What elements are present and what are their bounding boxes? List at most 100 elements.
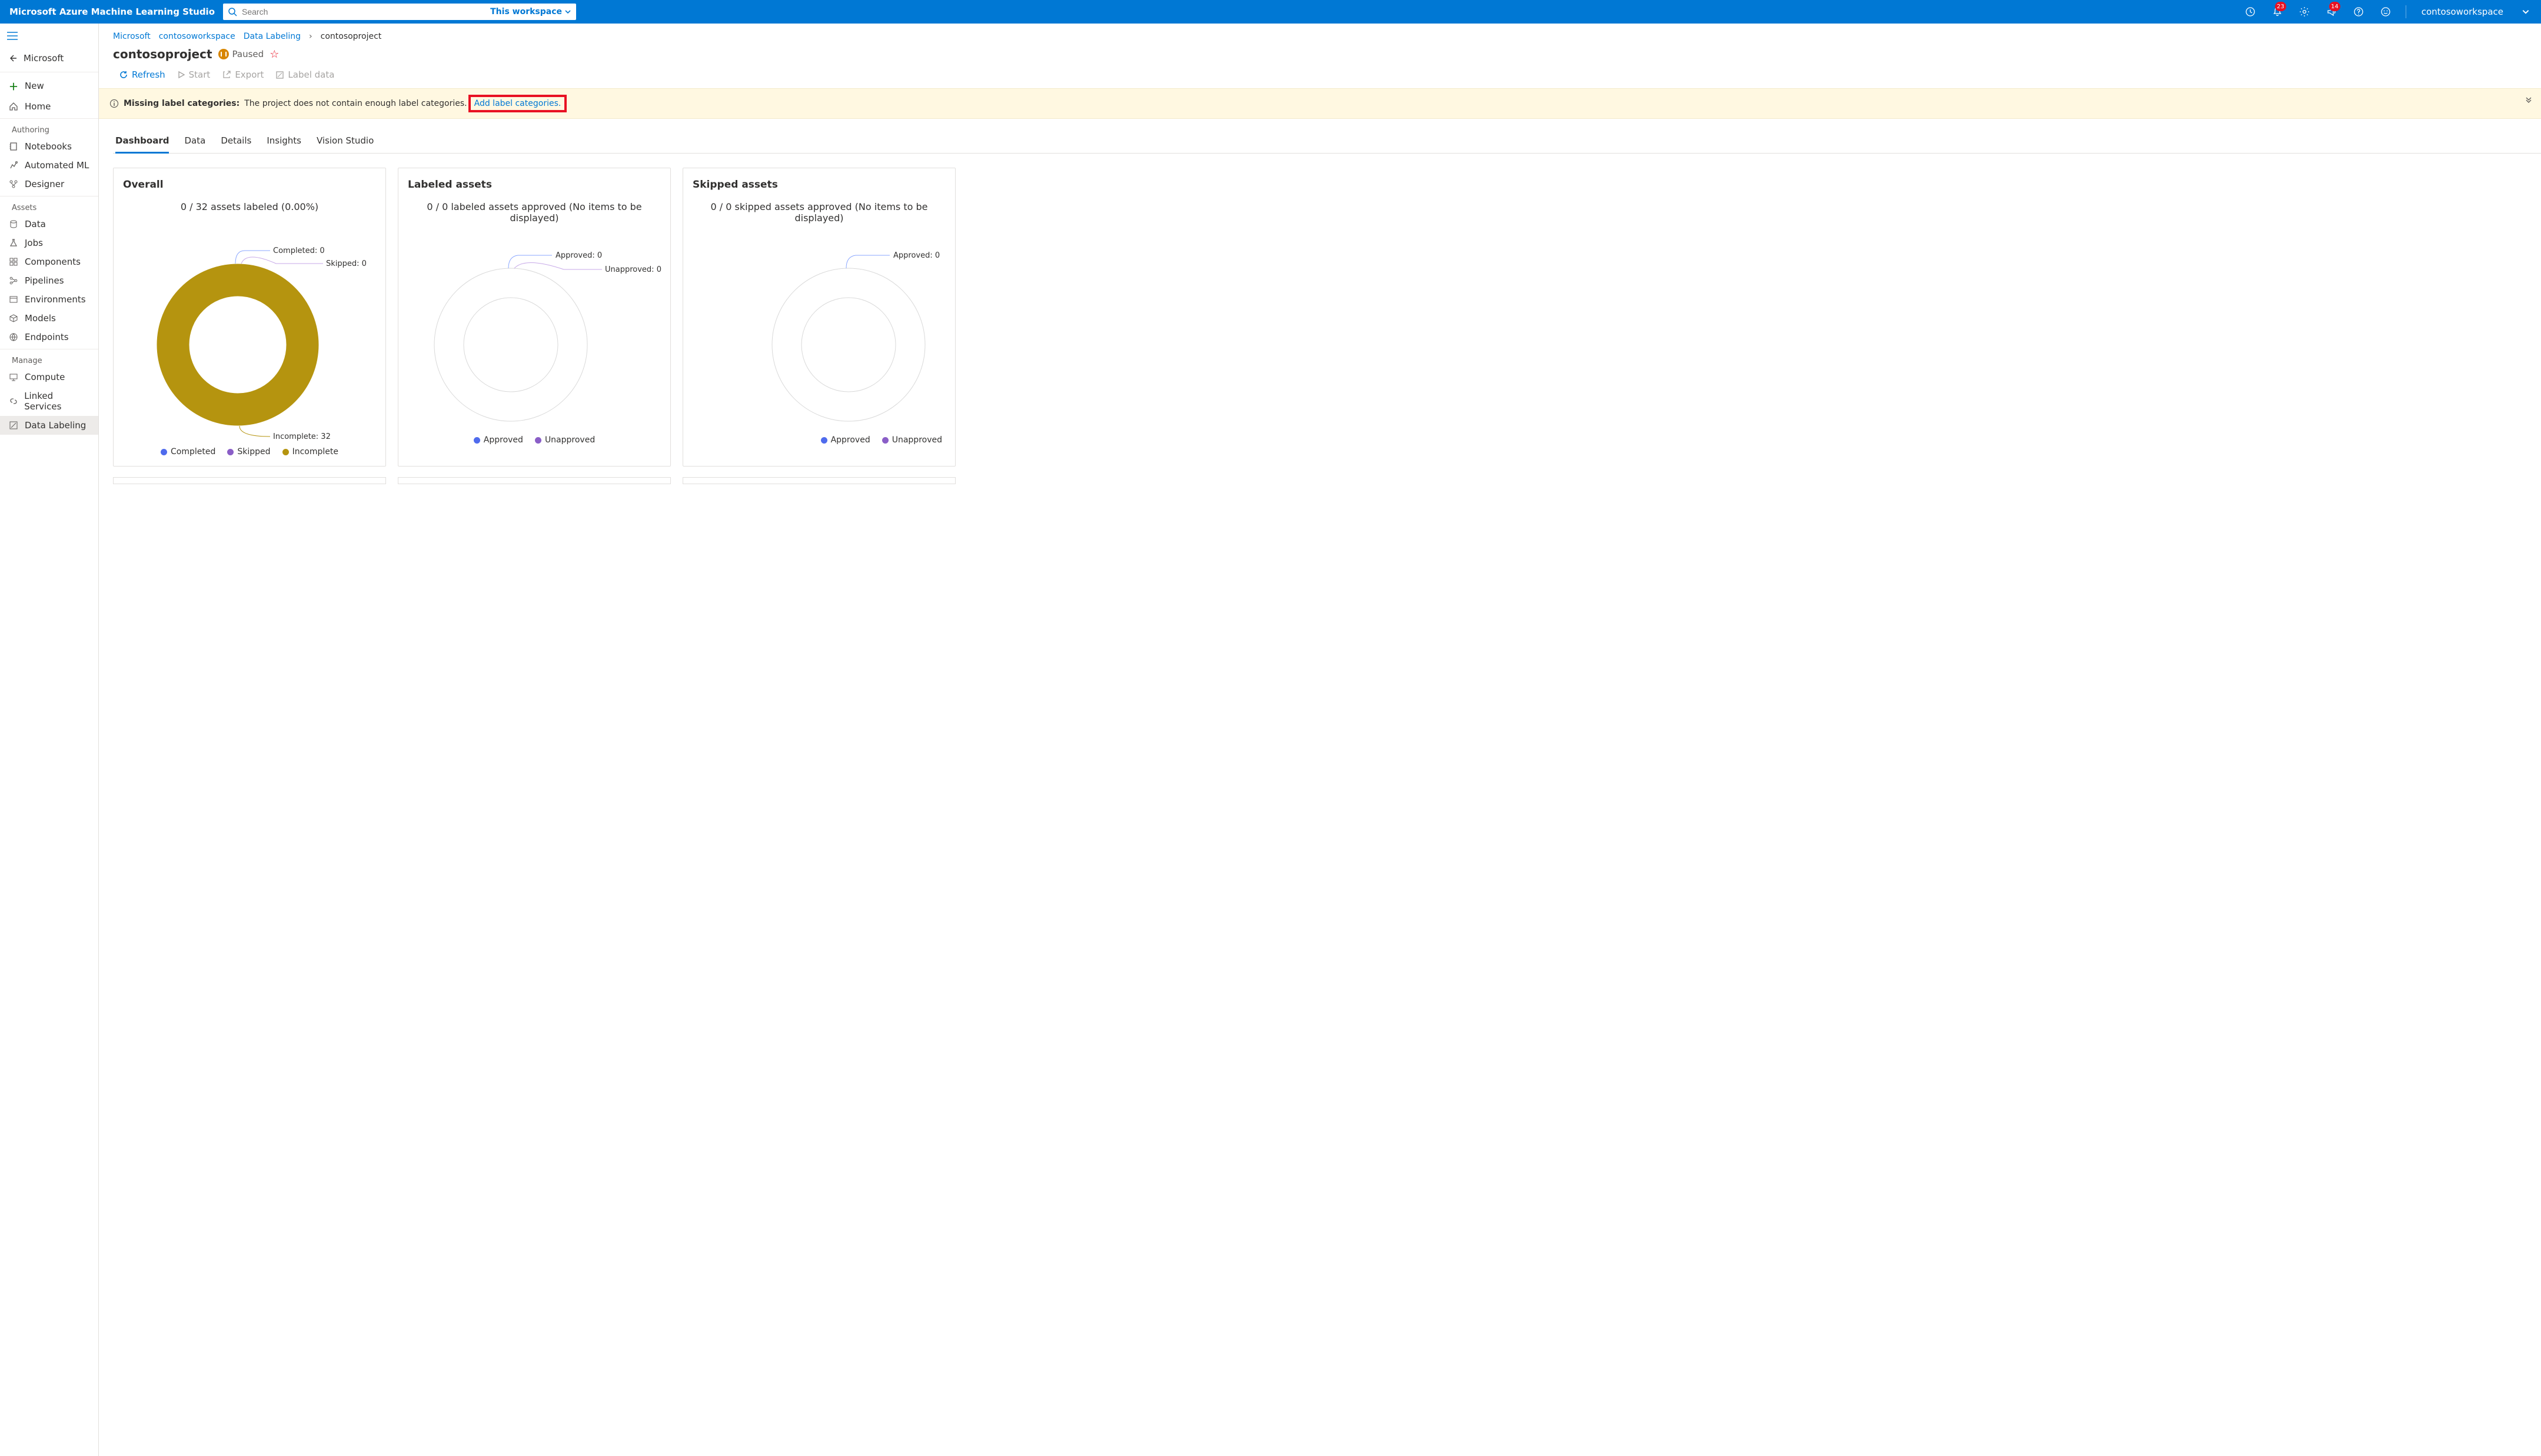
legend-item: Unapproved	[882, 435, 942, 445]
search-scope-label: This workspace	[490, 7, 562, 16]
overall-donut-chart: Completed: 0 Skipped: 0 Incomplete: 32	[123, 233, 376, 439]
search-input[interactable]	[241, 6, 487, 17]
sidebar-item-data[interactable]: Data	[0, 215, 98, 234]
card-labeled-assets: Labeled assets 0 / 0 labeled assets appr…	[398, 168, 671, 467]
settings-gear-icon[interactable]	[2295, 0, 2314, 24]
export-button[interactable]: Export	[222, 69, 264, 80]
home-icon	[8, 102, 19, 111]
label-data-button[interactable]: Label data	[275, 69, 334, 80]
skipped-donut-chart: Approved: 0	[693, 233, 946, 427]
sidebar-item-components[interactable]: Components	[0, 252, 98, 271]
sidebar-item-pipelines[interactable]: Pipelines	[0, 271, 98, 290]
search-scope-dropdown[interactable]: This workspace	[490, 7, 571, 16]
card-title: Labeled assets	[408, 179, 661, 191]
sidebar: Microsoft ＋ New Home Authoring Notebooks…	[0, 24, 99, 1456]
favorite-star-icon[interactable]: ☆	[270, 48, 279, 61]
page-header: contosoproject Paused ☆	[113, 47, 2541, 67]
legend-item: Approved	[821, 435, 870, 445]
refresh-label: Refresh	[132, 69, 165, 80]
sidebar-item-environments[interactable]: Environments	[0, 290, 98, 309]
nav-label: Designer	[25, 179, 64, 189]
sidebar-item-models[interactable]: Models	[0, 309, 98, 328]
start-label: Start	[189, 69, 211, 80]
whatsnew-badge: 14	[2329, 2, 2340, 11]
card-subtitle: 0 / 0 labeled assets approved (No items …	[408, 201, 661, 227]
sidebar-item-data-labeling[interactable]: Data Labeling	[0, 416, 98, 435]
legend: Approved Unapproved	[693, 427, 946, 448]
legend: Completed Skipped Incomplete	[123, 439, 376, 460]
add-label-categories-link[interactable]: Add label categories.	[474, 99, 561, 108]
sidebar-item-jobs[interactable]: Jobs	[0, 234, 98, 252]
card-overall: Overall 0 / 32 assets labeled (0.00%) Co…	[113, 168, 386, 467]
breadcrumb-current: contosoproject	[321, 32, 382, 41]
breadcrumb: Microsoft contosoworkspace Data Labeling…	[113, 29, 2541, 47]
legend: Approved Unapproved	[408, 427, 661, 448]
sidebar-item-endpoints[interactable]: Endpoints	[0, 328, 98, 346]
refresh-icon	[119, 70, 128, 79]
tab-insights[interactable]: Insights	[267, 129, 301, 153]
pipelines-icon	[8, 276, 19, 285]
nav-label: Environments	[25, 294, 86, 305]
chevron-down-icon	[564, 8, 571, 15]
card-title: Overall	[123, 179, 376, 191]
banner-label: Missing label categories:	[124, 99, 240, 108]
breadcrumb-separator: ›	[309, 32, 312, 41]
nav-label: Models	[25, 313, 56, 324]
workspace-switcher[interactable]: contosoworkspace	[2417, 6, 2508, 17]
tab-details[interactable]: Details	[221, 129, 251, 153]
back-to-directory[interactable]: Microsoft	[0, 47, 98, 69]
breadcrumb-link[interactable]: Microsoft	[113, 32, 151, 41]
card-subtitle: 0 / 0 skipped assets approved (No items …	[693, 201, 946, 227]
card-stub	[113, 477, 386, 484]
section-assets: Assets	[0, 199, 98, 215]
notifications-badge: 23	[2275, 2, 2286, 11]
compute-icon	[8, 372, 19, 382]
labeling-icon	[8, 421, 19, 430]
workspace-chevron-icon[interactable]	[2516, 0, 2535, 24]
banner-expand-icon[interactable]	[2525, 95, 2533, 105]
sidebar-item-automated-ml[interactable]: Automated ML	[0, 156, 98, 175]
sidebar-item-designer[interactable]: Designer	[0, 175, 98, 194]
play-icon	[177, 71, 185, 79]
breadcrumb-link[interactable]: contosoworkspace	[159, 32, 235, 41]
tab-dashboard[interactable]: Dashboard	[115, 129, 169, 154]
start-button[interactable]: Start	[177, 69, 211, 80]
tab-data[interactable]: Data	[184, 129, 205, 153]
tab-vision-studio[interactable]: Vision Studio	[317, 129, 374, 153]
sidebar-item-compute[interactable]: Compute	[0, 368, 98, 387]
nav-label: Components	[25, 256, 81, 267]
card-title: Skipped assets	[693, 179, 946, 191]
paused-icon	[218, 49, 229, 59]
card-skipped-assets: Skipped assets 0 / 0 skipped assets appr…	[683, 168, 956, 467]
brand-label: Microsoft Azure Machine Learning Studio	[9, 6, 215, 17]
legend-item: Approved	[474, 435, 523, 445]
search-box[interactable]: This workspace	[223, 4, 576, 20]
nav-label: Linked Services	[24, 391, 90, 412]
recent-icon[interactable]	[2241, 0, 2260, 24]
card-subtitle: 0 / 32 assets labeled (0.00%)	[123, 201, 376, 227]
warning-banner: Missing label categories: The project do…	[99, 88, 2541, 119]
environments-icon	[8, 295, 19, 304]
hamburger-icon[interactable]	[0, 27, 98, 47]
help-icon[interactable]	[2349, 0, 2368, 24]
main-content: Microsoft contosoworkspace Data Labeling…	[99, 24, 2541, 1456]
flask-icon	[8, 238, 19, 248]
workspace-name-label: contosoworkspace	[2422, 6, 2503, 17]
nav-label: Pipelines	[25, 275, 64, 286]
legend-item: Completed	[161, 447, 215, 457]
sidebar-item-linked-services[interactable]: Linked Services	[0, 387, 98, 416]
notifications-bell-icon[interactable]: 23	[2268, 0, 2287, 24]
automl-icon	[8, 161, 19, 170]
breadcrumb-link[interactable]: Data Labeling	[244, 32, 301, 41]
refresh-button[interactable]: Refresh	[119, 69, 165, 80]
section-authoring: Authoring	[0, 121, 98, 137]
feedback-smiley-icon[interactable]	[2376, 0, 2395, 24]
components-icon	[8, 257, 19, 266]
whatsnew-megaphone-icon[interactable]: 14	[2322, 0, 2341, 24]
callout-completed: Completed: 0	[273, 246, 325, 255]
banner-text: The project does not contain enough labe…	[244, 99, 467, 108]
sidebar-item-notebooks[interactable]: Notebooks	[0, 137, 98, 156]
sidebar-item-home[interactable]: Home	[0, 97, 98, 116]
label-icon	[275, 71, 284, 79]
sidebar-item-new[interactable]: ＋ New	[0, 75, 98, 97]
